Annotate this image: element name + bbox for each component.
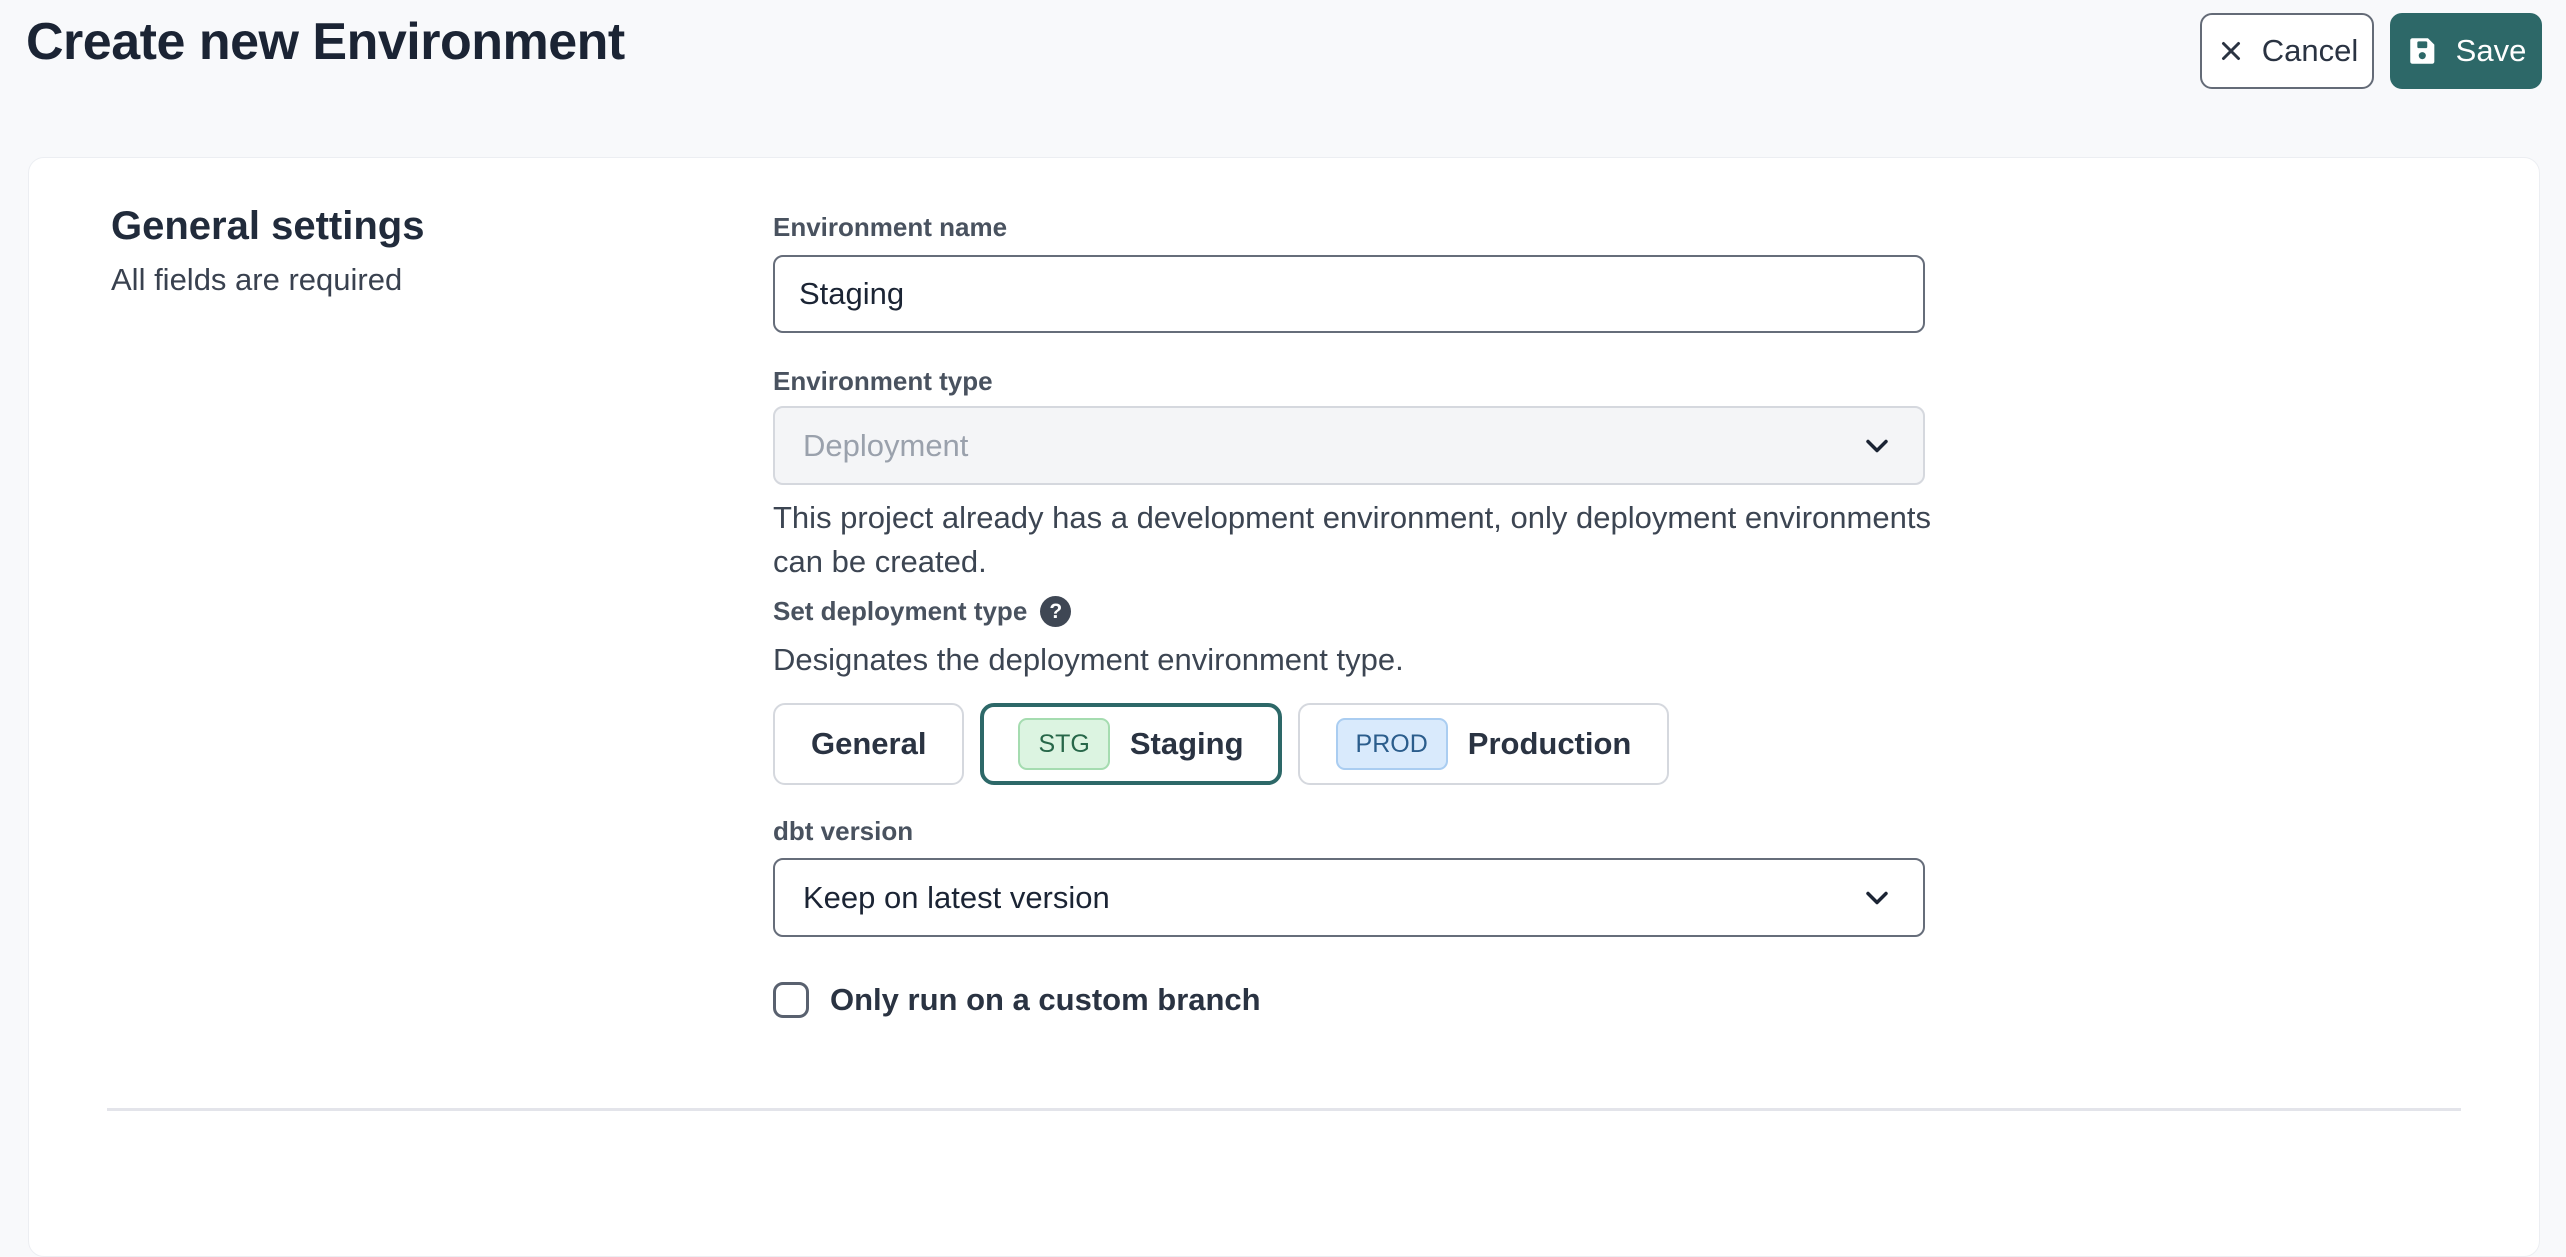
cancel-label: Cancel (2262, 33, 2359, 69)
deployment-option-production-label: Production (1468, 726, 1632, 762)
save-button[interactable]: Save (2390, 13, 2542, 89)
deployment-option-staging-label: Staging (1130, 726, 1244, 762)
custom-branch-row: Only run on a custom branch (773, 982, 1261, 1018)
environment-type-select[interactable]: Deployment (773, 406, 1925, 485)
dbt-version-select[interactable]: Keep on latest version (773, 858, 1925, 937)
close-icon (2216, 36, 2246, 66)
deployment-option-staging[interactable]: STG Staging (980, 703, 1281, 785)
header-actions: Cancel Save (2200, 13, 2542, 89)
deployment-type-label: Set deployment type (773, 596, 1027, 627)
page-title: Create new Environment (26, 12, 625, 72)
environment-type-value: Deployment (803, 428, 968, 464)
create-environment-page: Create new Environment Cancel Save Gener… (0, 0, 2566, 1142)
custom-branch-label: Only run on a custom branch (830, 982, 1261, 1018)
section-divider (107, 1108, 2461, 1111)
chevron-down-icon (1859, 428, 1895, 464)
section-heading: General settings (111, 204, 424, 249)
environment-name-label: Environment name (773, 212, 1007, 243)
environment-type-label: Environment type (773, 366, 993, 397)
dbt-version-label: dbt version (773, 816, 913, 847)
section-subheading: All fields are required (111, 262, 402, 298)
dbt-version-value: Keep on latest version (803, 880, 1110, 916)
save-icon (2406, 34, 2440, 68)
deployment-type-label-row: Set deployment type ? (773, 596, 1071, 627)
deployment-option-production[interactable]: PROD Production (1298, 703, 1670, 785)
environment-type-helper: This project already has a development e… (773, 496, 1938, 584)
staging-badge: STG (1018, 718, 1109, 770)
environment-name-input[interactable] (773, 255, 1925, 333)
save-label: Save (2456, 33, 2527, 69)
general-settings-card: General settings All fields are required… (28, 157, 2540, 1257)
cancel-button[interactable]: Cancel (2200, 13, 2374, 89)
production-badge: PROD (1336, 718, 1448, 770)
deployment-type-options: General STG Staging PROD Production (773, 703, 1669, 785)
deployment-type-description: Designates the deployment environment ty… (773, 642, 1404, 678)
deployment-option-general-label: General (811, 726, 926, 762)
custom-branch-checkbox[interactable] (773, 982, 809, 1018)
deployment-option-general[interactable]: General (773, 703, 964, 785)
chevron-down-icon (1859, 880, 1895, 916)
help-icon[interactable]: ? (1040, 596, 1071, 627)
